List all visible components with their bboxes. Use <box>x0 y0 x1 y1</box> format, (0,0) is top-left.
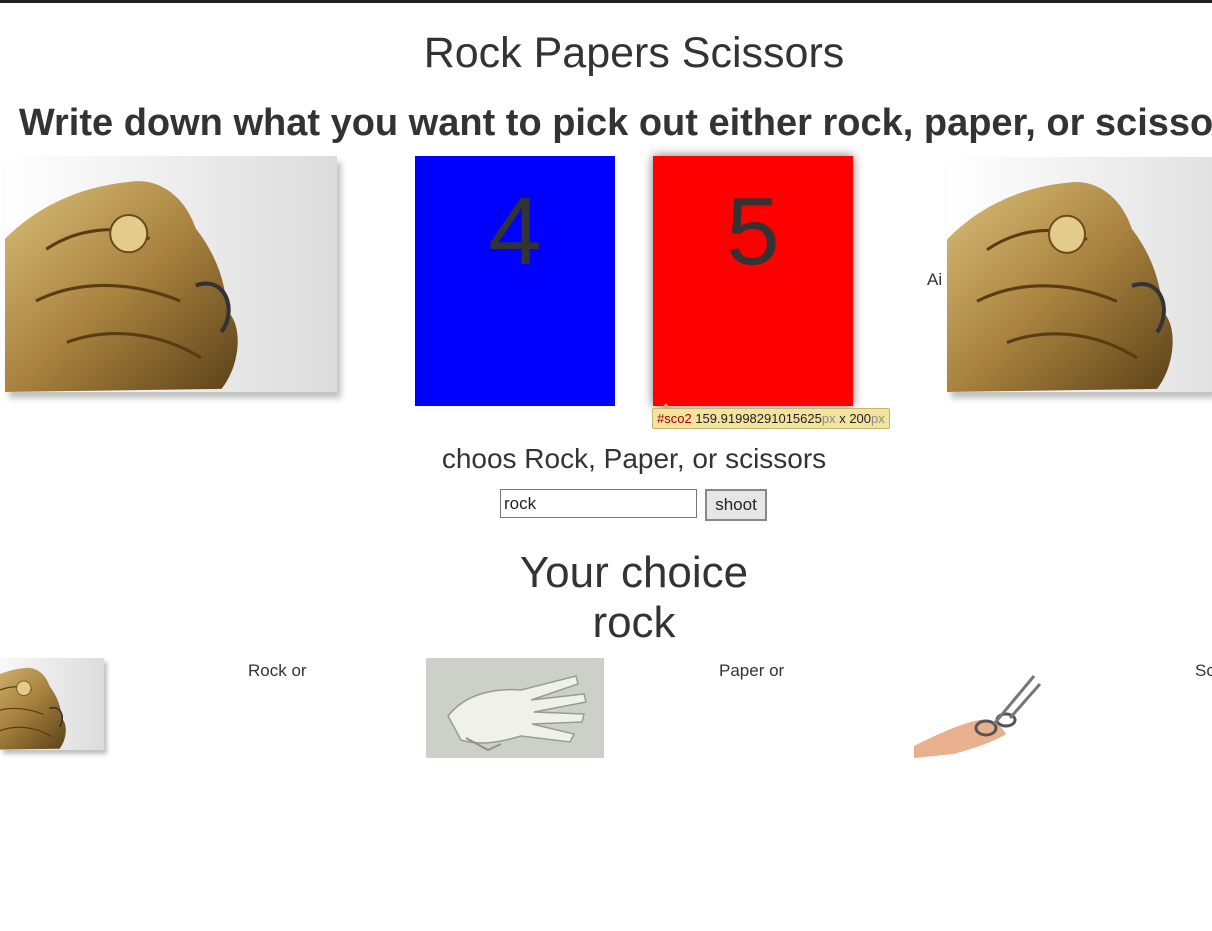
option-rock-image <box>0 658 104 750</box>
choice-input[interactable] <box>500 489 697 518</box>
ai-score-box: 5 <box>653 156 853 406</box>
rock-icon <box>5 156 337 392</box>
tooltip-height-unit: px <box>871 411 885 426</box>
rock-icon <box>0 658 104 750</box>
option-scissors-image <box>914 658 1060 758</box>
scissors-icon <box>914 658 1060 758</box>
result-heading: Your choice <box>519 548 749 597</box>
player-score-box: 4 <box>415 156 615 406</box>
tooltip-width-unit: px <box>821 411 836 426</box>
option-paper-label: Paper or <box>719 661 785 680</box>
ai-choice-image <box>947 157 1212 392</box>
tooltip-height: 200 <box>849 411 872 426</box>
inspect-tooltip: #sco2 159.91998291015625px x 200px <box>652 403 890 429</box>
tooltip-separator: x <box>835 411 850 426</box>
paper-hand-icon <box>426 658 604 758</box>
rock-icon <box>947 157 1212 392</box>
option-rock-label: Rock or <box>248 661 307 680</box>
page-title: Rock Papers Scissors <box>423 29 845 77</box>
option-scissors-label: Sc <box>1195 661 1212 680</box>
page-subtitle: Write down what you want to pick out eit… <box>18 102 1212 144</box>
player-choice-image <box>5 156 337 392</box>
ai-label: Ai <box>927 270 943 289</box>
result-value: rock <box>592 598 676 647</box>
player-score: 4 <box>488 178 542 285</box>
shoot-button[interactable]: shoot <box>705 489 767 521</box>
tooltip-width: 159.91998291015625 <box>695 411 822 426</box>
choice-prompt: choos Rock, Paper, or scissors <box>441 443 827 474</box>
option-paper-image <box>426 658 604 758</box>
top-border <box>0 0 1212 3</box>
tooltip-selector: #sco2 <box>657 411 692 426</box>
ai-score: 5 <box>726 178 780 285</box>
